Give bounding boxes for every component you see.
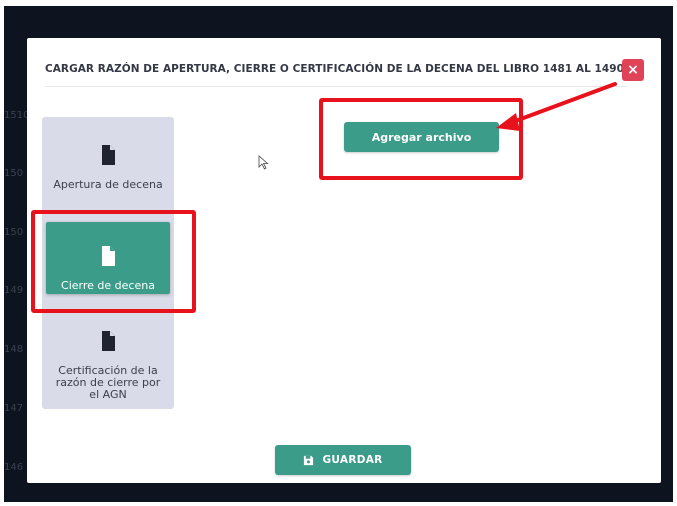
background-page-number: 1510 [4,110,30,121]
sidebar-item-certificacion[interactable]: Certificación de la razón de cierre por … [42,329,174,401]
background-page-number: 148 [4,344,24,355]
annotation-arrow-icon [496,82,617,131]
document-icon [102,331,115,351]
save-button[interactable]: GUARDAR [275,445,411,475]
close-icon: × [627,62,639,78]
background-page-number: 146 [4,462,24,473]
sidebar-item-label: Certificación de la razón de cierre por … [55,364,161,401]
highlight-box-cierre [31,210,196,313]
background-page-number: 150 [4,168,24,179]
close-button[interactable]: × [622,59,644,81]
modal-title: CARGAR RAZÓN DE APERTURA, CIERRE O CERTI… [45,63,624,75]
sidebar-item-label: Apertura de decena [53,178,163,191]
background-page-number: 147 [4,403,24,414]
background-page-number: 150 [4,227,24,238]
floppy-disk-icon [304,455,314,465]
background-page-number: 149 [4,285,24,296]
mouse-cursor-icon [258,155,269,170]
document-icon [102,145,115,165]
sidebar-item-apertura[interactable]: Apertura de decena [42,143,174,191]
